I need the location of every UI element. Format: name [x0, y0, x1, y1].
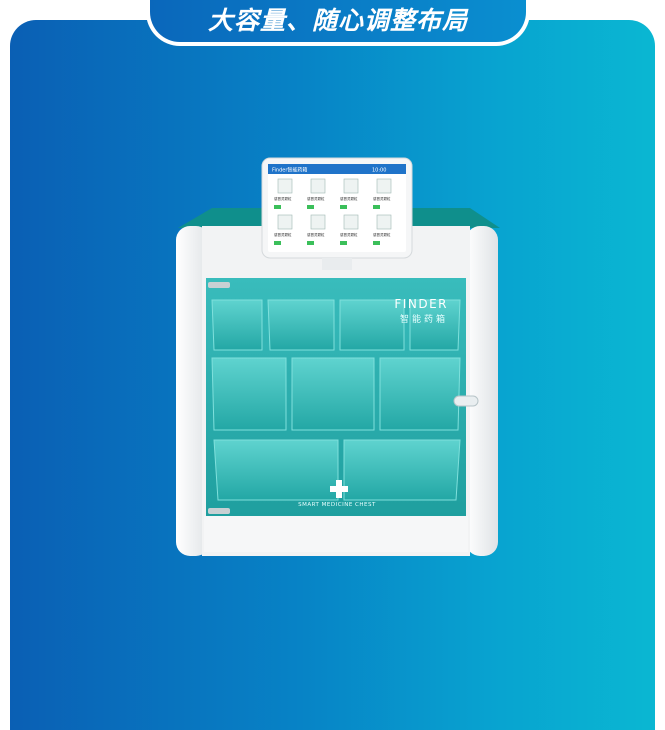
- screen-item-button[interactable]: [307, 241, 314, 245]
- screen-item-label: 感冒灵颗粒: [373, 232, 391, 237]
- door-handle[interactable]: [453, 395, 479, 407]
- cabinet-right-side: [466, 226, 498, 556]
- screen-item-image: [310, 214, 326, 230]
- screen-item-image: [376, 178, 392, 194]
- screen-item-label: 感冒灵颗粒: [307, 196, 325, 201]
- screen-item-label: 感冒灵颗粒: [373, 196, 391, 201]
- touchscreen[interactable]: Finder智能药箱 10:00 感冒灵颗粒 感冒灵颗粒 感冒灵颗粒 感冒灵颗粒感冒灵…: [261, 157, 413, 259]
- brand-logo: FINDER: [394, 297, 448, 311]
- door-hinge-bottom: [208, 508, 230, 514]
- screen-item-label: 感冒灵颗粒: [274, 232, 292, 237]
- screen-item-button[interactable]: [274, 241, 281, 245]
- medicine-cabinet-illustration: FINDER 智能药箱 SMART MEDICINE CHEST Finder智…: [176, 157, 500, 556]
- screen-item-button[interactable]: [274, 205, 281, 209]
- screen-app-title: Finder智能药箱: [272, 167, 307, 174]
- screen-time: 10:00: [372, 168, 386, 174]
- screen-item-label: 感冒灵颗粒: [307, 232, 325, 237]
- screen-item-image: [343, 178, 359, 194]
- screen-item-image: [343, 214, 359, 230]
- product-caption: SMART MEDICINE CHEST: [298, 502, 376, 508]
- screen-item-image: [376, 214, 392, 230]
- screen-item-button[interactable]: [373, 241, 380, 245]
- screen-item-label: 感冒灵颗粒: [274, 196, 292, 201]
- screen-item-button[interactable]: [340, 241, 347, 245]
- screen-stand: [322, 258, 352, 270]
- screen-item-image: [277, 214, 293, 230]
- screen-item-label: 感冒灵颗粒: [340, 232, 358, 237]
- screen-item-button[interactable]: [340, 205, 347, 209]
- door-hinge-top: [208, 282, 230, 288]
- brand-name-cn: 智能药箱: [400, 313, 448, 325]
- screen-item-button[interactable]: [373, 205, 380, 209]
- screen-item-image: [310, 178, 326, 194]
- cabinet-base: [204, 516, 468, 552]
- screen-item-image: [277, 178, 293, 194]
- screen-item-button[interactable]: [307, 205, 314, 209]
- bins-row-2: [211, 357, 461, 431]
- screen-item-label: 感冒灵颗粒: [340, 196, 358, 201]
